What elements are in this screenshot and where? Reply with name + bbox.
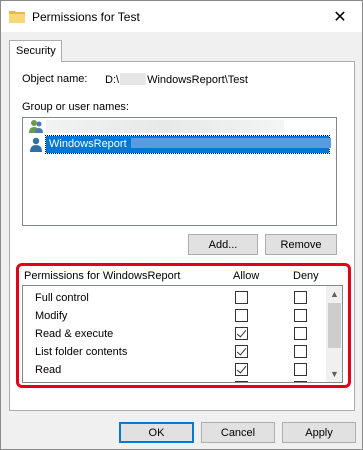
allow-checkbox[interactable] (235, 381, 248, 382)
deny-checkbox[interactable] (294, 363, 307, 376)
window-title: Permissions for Test (32, 10, 140, 24)
selected-user-name: WindowsReport (49, 138, 331, 150)
permission-name: List folder contents (35, 346, 128, 358)
object-name-value: D:\ WindowsReport\Test (105, 73, 248, 86)
permission-name: Full control (35, 292, 89, 304)
apply-button[interactable]: Apply (282, 422, 356, 443)
permission-row (23, 379, 323, 382)
redacted-user-detail (130, 138, 331, 148)
permission-row: List folder contents (23, 343, 323, 361)
remove-button[interactable]: Remove (265, 234, 337, 255)
permission-row: Modify (23, 307, 323, 325)
permission-row: Read & execute (23, 325, 323, 343)
deny-checkbox[interactable] (294, 291, 307, 304)
list-item-selected[interactable]: WindowsReport (29, 135, 331, 154)
permissions-header: Permissions for WindowsReport (24, 270, 181, 282)
allow-column-header: Allow (233, 270, 260, 282)
allow-checkbox[interactable] (235, 327, 248, 340)
redacted-path (120, 73, 147, 85)
permission-name: Read & execute (35, 328, 114, 340)
deny-checkbox[interactable] (294, 381, 307, 382)
deny-checkbox[interactable] (294, 327, 307, 340)
close-button[interactable]: ✕ (318, 1, 362, 32)
deny-column-header: Deny (293, 270, 319, 282)
object-path-prefix: D:\ (105, 74, 120, 86)
permission-name: Modify (35, 310, 68, 322)
scrollbar[interactable]: ▲ ▼ (326, 286, 342, 382)
tab-security[interactable]: Security (9, 40, 62, 62)
user-icon (30, 137, 42, 152)
deny-checkbox[interactable] (294, 345, 307, 358)
object-name-label: Object name: (22, 73, 88, 85)
user-name: WindowsReport (49, 138, 127, 150)
scroll-down-icon[interactable]: ▼ (330, 369, 339, 379)
group-names-label: Group or user names: (22, 101, 129, 113)
user-list[interactable]: WindowsReport (22, 117, 337, 226)
folder-icon (9, 11, 25, 23)
permission-name: Read (35, 364, 62, 376)
add-button[interactable]: Add... (188, 234, 258, 255)
object-path-suffix: WindowsReport\Test (147, 74, 248, 86)
deny-checkbox[interactable] (294, 309, 307, 322)
list-item[interactable] (29, 118, 284, 135)
title-bar: Permissions for Test ✕ (1, 1, 362, 32)
ok-button[interactable]: OK (119, 422, 194, 443)
allow-checkbox[interactable] (235, 291, 248, 304)
close-icon: ✕ (333, 8, 347, 26)
allow-checkbox[interactable] (235, 345, 248, 358)
permission-row: Read (23, 361, 323, 379)
cancel-button[interactable]: Cancel (201, 422, 275, 443)
allow-checkbox[interactable] (235, 363, 248, 376)
permission-row: Full control (23, 289, 323, 307)
permissions-dialog: Permissions for Test ✕ Security Object n… (0, 0, 363, 450)
tab-security-label: Security (16, 45, 56, 57)
redacted-user (46, 120, 284, 133)
permissions-list[interactable]: ▲ ▼ Full control Modify Read & execute List… (22, 285, 343, 383)
users-icon (29, 120, 43, 133)
scroll-up-icon[interactable]: ▲ (330, 289, 339, 299)
scroll-thumb[interactable] (328, 303, 341, 348)
allow-checkbox[interactable] (235, 309, 248, 322)
